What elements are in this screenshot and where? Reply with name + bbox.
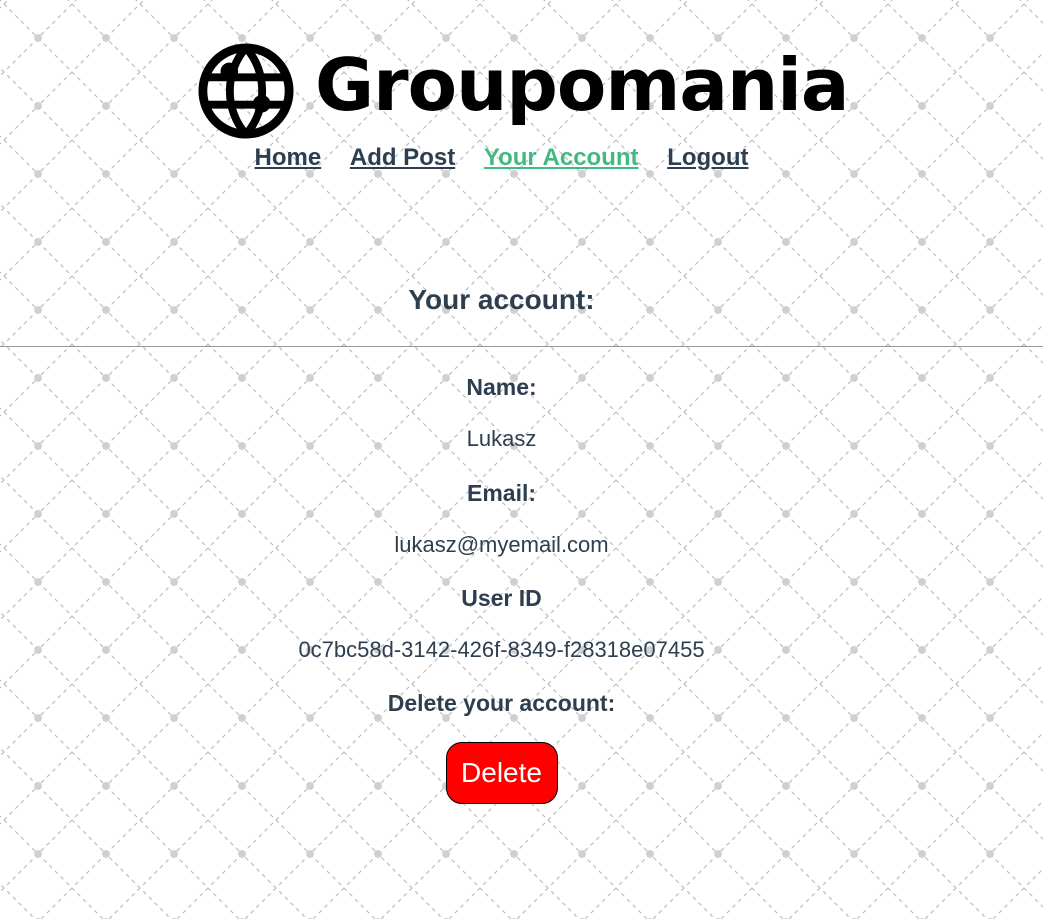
user-id-value: 0c7bc58d-3142-426f-8349-f28318e07455 — [298, 637, 705, 662]
account-page: Groupomania Home Add Post Your Account L… — [0, 0, 1043, 919]
nav-add-post-link[interactable]: Add Post — [350, 144, 455, 171]
main-nav: Home Add Post Your Account Logout — [0, 144, 1003, 172]
nav-your-account-link[interactable]: Your Account — [484, 144, 639, 171]
globe-icon — [198, 43, 294, 139]
name-value: Lukasz — [466, 426, 537, 451]
groupomania-logo: Groupomania — [197, 42, 849, 140]
delete-button[interactable]: Delete — [445, 742, 558, 804]
divider — [0, 346, 1043, 347]
delete-account-label: Delete your account: — [387, 690, 616, 716]
nav-logout-link[interactable]: Logout — [667, 144, 748, 171]
nav-home-link[interactable]: Home — [255, 144, 322, 171]
logo-text: Groupomania — [315, 43, 849, 127]
name-label: Name: — [466, 374, 537, 400]
page-title: Your account: — [408, 284, 595, 315]
delete-button-wrap: Delete — [0, 742, 1003, 804]
email-label: Email: — [466, 480, 537, 506]
user-id-label: User ID — [461, 585, 542, 611]
email-value: lukasz@myemail.com — [394, 532, 609, 557]
